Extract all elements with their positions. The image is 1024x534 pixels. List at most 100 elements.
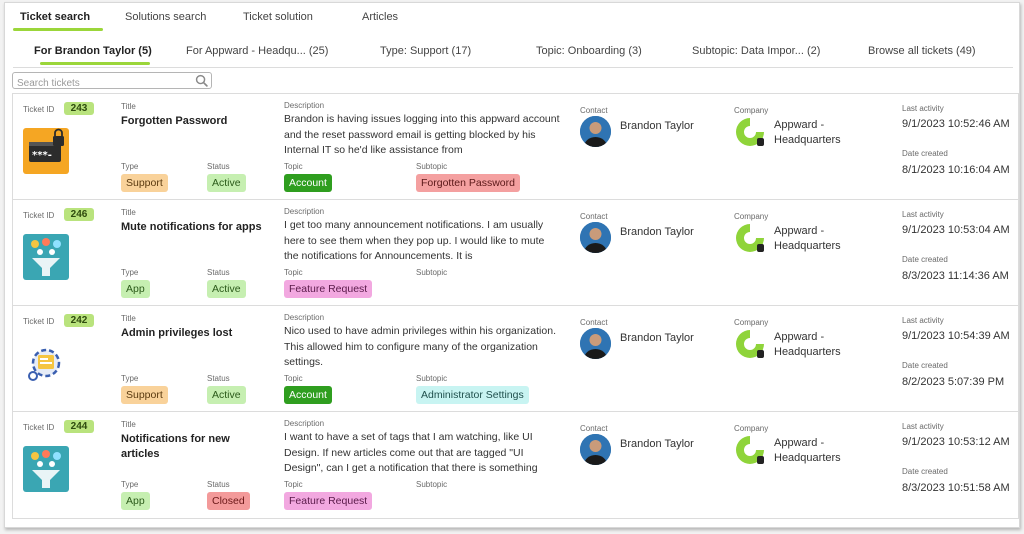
status-chip: Closed <box>207 492 250 510</box>
date-created-label: Date created <box>902 255 948 264</box>
ticket-description: I get too many announcement notification… <box>284 219 545 262</box>
filter-browse-all[interactable]: Browse all tickets (49) <box>868 45 976 57</box>
company-name[interactable]: Appward - Headquarters <box>774 118 854 148</box>
notification-funnel-icon <box>23 446 69 492</box>
active-filter-indicator <box>40 62 150 65</box>
password-lock-icon: ***- <box>23 128 69 174</box>
date-created-label: Date created <box>902 361 948 370</box>
subtopic-chip: Administrator Settings <box>416 386 529 404</box>
ticket-description: Brandon is having issues logging into th… <box>284 113 560 156</box>
title-label: Title <box>121 314 136 323</box>
topic-label: Topic <box>284 480 303 489</box>
ticket-row[interactable]: Ticket ID 243 ***- Title Forgotten Passw… <box>13 94 1018 200</box>
avatar <box>580 434 611 465</box>
svg-text:***-: ***- <box>32 150 52 161</box>
date-created: 8/1/2023 10:16:04 AM <box>902 164 1010 176</box>
title-label: Title <box>121 420 136 429</box>
last-activity-date: 9/1/2023 10:52:46 AM <box>902 118 1010 130</box>
company-label: Company <box>734 318 769 327</box>
topic-chip: Feature Request <box>284 492 373 510</box>
description-label: Description <box>284 101 325 110</box>
company-logo-icon <box>736 330 764 358</box>
ticket-id-badge: 242 <box>64 314 94 327</box>
search-icon[interactable] <box>195 74 208 87</box>
filter-subtopic[interactable]: Subtopic: Data Impor... (2) <box>692 45 820 57</box>
topic-chip: Account <box>284 174 332 192</box>
topic-label: Topic <box>284 162 303 171</box>
ticket-id-badge: 243 <box>64 102 94 115</box>
status-label: Status <box>207 480 230 489</box>
company-label: Company <box>734 106 769 115</box>
date-created: 8/2/2023 5:07:39 PM <box>902 376 1005 388</box>
type-chip: App <box>121 492 150 510</box>
contact-name[interactable]: Brandon Taylor <box>620 332 694 344</box>
type-chip: Support <box>121 386 168 404</box>
date-created: 8/3/2023 10:51:58 AM <box>902 482 1010 494</box>
type-label: Type <box>121 480 139 489</box>
company-name[interactable]: Appward - Headquarters <box>774 224 854 254</box>
ticket-list: Ticket ID 243 ***- Title Forgotten Passw… <box>12 93 1019 519</box>
ticket-row[interactable]: Ticket ID 244 Title Notifications for ne… <box>13 412 1018 518</box>
last-activity-date: 9/1/2023 10:53:04 AM <box>902 224 1010 236</box>
status-chip: Active <box>207 174 246 192</box>
filter-tabs: For Brandon Taylor (5) For Appward - Hea… <box>13 36 1013 68</box>
tab-ticket-search[interactable]: Ticket search <box>20 11 90 23</box>
topic-chip: Feature Request <box>284 280 373 298</box>
search-input[interactable] <box>13 76 188 91</box>
ticket-id-label: Ticket ID <box>23 105 55 114</box>
subtopic-label: Subtopic <box>416 374 448 383</box>
filter-for-contact[interactable]: For Brandon Taylor (5) <box>34 45 152 57</box>
tab-articles[interactable]: Articles <box>362 11 398 23</box>
ticket-description: I want to have a set of tags that I am w… <box>284 431 538 474</box>
ticket-id-label: Ticket ID <box>23 317 55 326</box>
contact-label: Contact <box>580 424 608 433</box>
status-label: Status <box>207 162 230 171</box>
company-logo-icon <box>736 436 764 464</box>
status-label: Status <box>207 374 230 383</box>
title-label: Title <box>121 208 136 217</box>
type-chip: Support <box>121 174 168 192</box>
ticket-title[interactable]: Mute notifications for apps <box>121 220 281 235</box>
subtopic-chip: Forgotten Password <box>416 174 520 192</box>
ticket-row[interactable]: Ticket ID 246 Title Mute notifications f… <box>13 200 1018 306</box>
filter-topic[interactable]: Topic: Onboarding (3) <box>536 45 642 57</box>
ticket-row[interactable]: Ticket ID 242 Title Admin privileges los… <box>13 306 1018 412</box>
admin-settings-icon <box>23 340 69 386</box>
topic-label: Topic <box>284 268 303 277</box>
company-logo-icon <box>736 224 764 252</box>
status-chip: Active <box>207 280 246 298</box>
tab-solutions-search[interactable]: Solutions search <box>125 11 206 23</box>
company-logo-icon <box>736 118 764 146</box>
contact-label: Contact <box>580 106 608 115</box>
ticket-search-panel: Ticket search Solutions search Ticket so… <box>4 2 1020 528</box>
type-label: Type <box>121 162 139 171</box>
date-created: 8/3/2023 11:14:36 AM <box>902 270 1009 282</box>
company-name[interactable]: Appward - Headquarters <box>774 330 854 360</box>
last-activity-label: Last activity <box>902 210 944 219</box>
contact-label: Contact <box>580 212 608 221</box>
last-activity-date: 9/1/2023 10:53:12 AM <box>902 436 1010 448</box>
notification-funnel-icon <box>23 234 69 280</box>
description-label: Description <box>284 313 325 322</box>
ticket-title[interactable]: Admin privileges lost <box>121 326 271 341</box>
contact-name[interactable]: Brandon Taylor <box>620 120 694 132</box>
subtopic-label: Subtopic <box>416 268 448 277</box>
contact-name[interactable]: Brandon Taylor <box>620 226 694 238</box>
last-activity-label: Last activity <box>902 316 944 325</box>
ticket-id-label: Ticket ID <box>23 211 55 220</box>
filter-for-company[interactable]: For Appward - Headqu... (25) <box>186 45 328 57</box>
company-name[interactable]: Appward - Headquarters <box>774 436 854 466</box>
ticket-title[interactable]: Notifications for new articles <box>121 432 251 462</box>
ticket-title[interactable]: Forgotten Password <box>121 114 271 129</box>
company-label: Company <box>734 212 769 221</box>
active-tab-indicator <box>13 28 103 31</box>
avatar <box>580 328 611 359</box>
contact-name[interactable]: Brandon Taylor <box>620 438 694 450</box>
main-tabs: Ticket search Solutions search Ticket so… <box>5 3 1019 33</box>
avatar <box>580 222 611 253</box>
filter-type[interactable]: Type: Support (17) <box>380 45 471 57</box>
company-label: Company <box>734 424 769 433</box>
tab-ticket-solution[interactable]: Ticket solution <box>243 11 313 23</box>
date-created-label: Date created <box>902 149 948 158</box>
subtopic-label: Subtopic <box>416 162 448 171</box>
